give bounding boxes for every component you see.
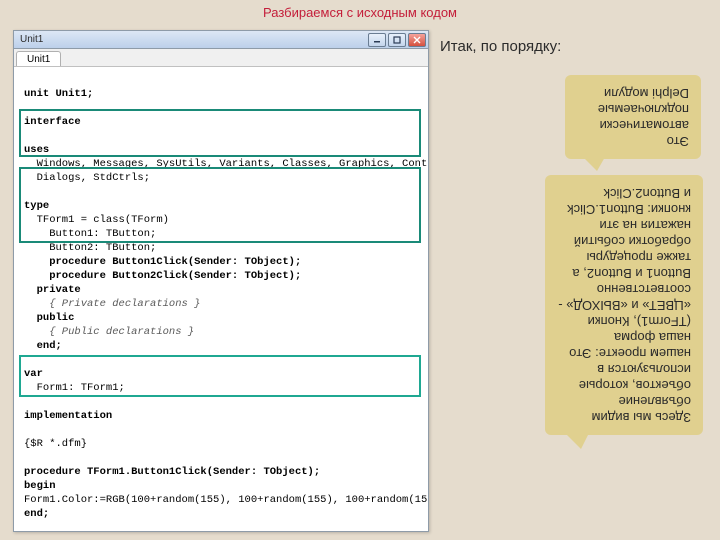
code-line: Button2: TButton; <box>24 242 156 254</box>
code-line: type <box>24 200 49 212</box>
code-line: private <box>24 284 81 296</box>
code-window: Unit1 Unit1 unit Unit1; interface uses W… <box>13 30 429 532</box>
code-line: uses <box>24 144 49 156</box>
code-line: implementation <box>24 410 112 422</box>
code-line: var <box>24 368 43 380</box>
tab-unit1[interactable]: Unit1 <box>16 51 61 66</box>
code-line: Button1: TButton; <box>24 228 156 240</box>
code-editor[interactable]: unit Unit1; interface uses Windows, Mess… <box>14 67 428 531</box>
maximize-button[interactable] <box>388 33 406 47</box>
intro-text: Итак, по порядку: <box>440 38 561 55</box>
code-line: procedure Button2Click(Sender: TObject); <box>24 270 301 282</box>
callout-text: Это автоматически подключаемые Delphi мо… <box>577 85 689 149</box>
window-title: Unit1 <box>16 34 366 45</box>
minimize-button[interactable] <box>368 33 386 47</box>
code-line: Dialogs, StdCtrls; <box>24 172 150 184</box>
code-line: unit Unit1; <box>24 88 93 100</box>
code-line: end; <box>24 508 49 520</box>
callout-objects: Здесь мы видим объявление объектов, кото… <box>545 175 703 435</box>
code-line: TForm1 = class(TForm) <box>24 214 169 226</box>
tab-strip: Unit1 <box>14 49 428 67</box>
code-line: procedure TForm1.Button1Click(Sender: TO… <box>24 466 320 478</box>
code-line: Form1: TForm1; <box>24 382 125 394</box>
code-line: interface <box>24 116 81 128</box>
close-button[interactable] <box>408 33 426 47</box>
code-line: Windows, Messages, SysUtils, Variants, C… <box>24 158 428 170</box>
window-titlebar: Unit1 <box>14 31 428 49</box>
code-line: { Private declarations } <box>24 298 200 310</box>
code-line: end; <box>24 340 62 352</box>
code-line: { Public declarations } <box>24 326 194 338</box>
page-title: Разбираемся с исходным кодом <box>0 5 720 25</box>
code-line: procedure Button1Click(Sender: TObject); <box>24 256 301 268</box>
callout-text: Здесь мы видим объявление объектов, кото… <box>557 185 691 425</box>
callout-modules: Это автоматически подключаемые Delphi мо… <box>565 75 701 159</box>
code-line: begin <box>24 480 56 492</box>
code-line: {$R *.dfm} <box>24 438 87 450</box>
code-line: Form1.Color:=RGB(100+random(155), 100+ra… <box>24 494 428 506</box>
code-line: public <box>24 312 74 324</box>
